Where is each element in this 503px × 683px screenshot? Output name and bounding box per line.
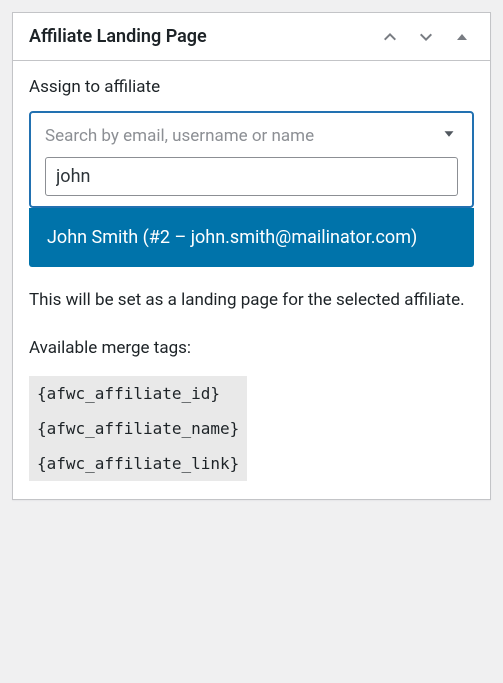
move-up-button[interactable] <box>372 19 408 55</box>
move-down-button[interactable] <box>408 19 444 55</box>
assign-affiliate-label: Assign to affiliate <box>29 77 474 97</box>
merge-tag: {afwc_affiliate_link} <box>29 446 247 481</box>
affiliate-select-arrow[interactable] <box>440 125 458 147</box>
metabox-title: Affiliate Landing Page <box>13 13 372 60</box>
affiliate-search-result[interactable]: John Smith (#2 – john.smith@mailinator.c… <box>29 208 474 267</box>
assign-description: This will be set as a landing page for t… <box>29 287 474 313</box>
chevron-down-icon <box>440 125 458 143</box>
affiliate-search-input[interactable] <box>45 157 458 196</box>
affiliate-select-placeholder: Search by email, username or name <box>45 126 314 146</box>
affiliate-select[interactable]: Search by email, username or name <box>29 111 474 208</box>
affiliate-select-header: Search by email, username or name <box>45 125 458 147</box>
metabox-header: Affiliate Landing Page <box>13 13 490 61</box>
toggle-panel-button[interactable] <box>444 19 480 55</box>
merge-tag: {afwc_affiliate_id} <box>29 376 247 411</box>
affiliate-landing-page-metabox: Affiliate Landing Page Assign to affilia… <box>12 12 491 500</box>
merge-tag: {afwc_affiliate_name} <box>29 411 247 446</box>
merge-tags-list: {afwc_affiliate_id} {afwc_affiliate_name… <box>29 376 247 482</box>
merge-tags-label: Available merge tags: <box>29 335 474 361</box>
metabox-body: Assign to affiliate Search by email, use… <box>13 61 490 499</box>
metabox-header-actions <box>372 19 490 55</box>
chevron-down-icon <box>416 27 436 47</box>
triangle-up-icon <box>452 27 472 47</box>
chevron-up-icon <box>380 27 400 47</box>
